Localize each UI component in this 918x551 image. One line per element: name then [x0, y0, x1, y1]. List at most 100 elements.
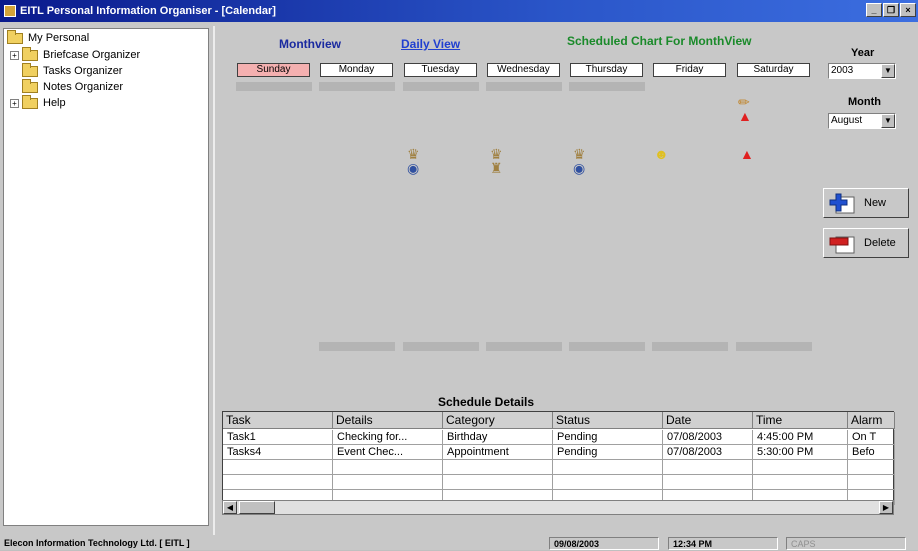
status-company: Elecon Information Technology Ltd. [ EIT…	[4, 538, 190, 548]
column-header[interactable]: Date	[663, 412, 753, 429]
clock-icon[interactable]: ◉	[407, 161, 419, 175]
expand-icon[interactable]: +	[10, 98, 19, 108]
empty-table-cell[interactable]	[753, 460, 848, 475]
empty-table-cell[interactable]	[663, 475, 753, 490]
empty-table-cell[interactable]	[553, 475, 663, 490]
monthview-link[interactable]: Monthview	[279, 37, 341, 51]
dailyview-link[interactable]: Daily View	[401, 37, 460, 51]
delete-button[interactable]: Delete	[823, 228, 909, 258]
status-time: 12:34 PM	[668, 537, 778, 550]
empty-table-cell[interactable]	[333, 475, 443, 490]
table-cell[interactable]: 5:30:00 PM	[753, 445, 848, 460]
column-header[interactable]: Task	[223, 412, 333, 429]
tree-item-help[interactable]: + Help	[10, 94, 66, 111]
tree-item-label: Briefcase Organizer	[43, 49, 141, 61]
table-cell[interactable]: 4:45:00 PM	[753, 430, 848, 445]
table-cell[interactable]: 07/08/2003	[663, 430, 753, 445]
table-cell[interactable]: Befo	[848, 445, 895, 460]
weekday-friday: Friday	[653, 63, 726, 77]
scroll-left-icon[interactable]: ◀	[223, 501, 237, 514]
table-cell[interactable]: Task1	[223, 430, 333, 445]
empty-day-slot	[486, 82, 562, 91]
folder-icon	[7, 29, 23, 44]
window-title: EITL Personal Information Organiser - [C…	[20, 5, 276, 17]
empty-table-cell[interactable]	[753, 475, 848, 490]
minimize-button[interactable]: _	[866, 3, 882, 17]
statue-icon[interactable]: ♜	[490, 161, 503, 175]
smiley-icon[interactable]: ☻	[654, 147, 669, 161]
column-header[interactable]: Alarm	[848, 412, 895, 429]
empty-day-slot	[403, 342, 479, 351]
lamp-icon[interactable]: ♛	[490, 147, 503, 161]
empty-table-cell[interactable]	[223, 460, 333, 475]
alert-icon[interactable]: ▲	[740, 147, 754, 161]
month-select[interactable]: August ▼	[828, 113, 896, 129]
new-button-label: New	[864, 197, 887, 209]
empty-table-cell[interactable]	[223, 475, 333, 490]
weekday-wednesday: Wednesday	[487, 63, 560, 77]
expand-icon[interactable]: +	[10, 50, 19, 60]
empty-table-cell[interactable]	[848, 475, 895, 490]
column-header[interactable]: Status	[553, 412, 663, 429]
restore-button[interactable]: ❐	[883, 3, 899, 17]
empty-day-slot	[236, 82, 312, 91]
app-icon	[4, 5, 16, 17]
empty-day-slot	[569, 342, 645, 351]
scroll-thumb[interactable]	[239, 501, 275, 514]
dropdown-arrow-icon[interactable]: ▼	[881, 114, 895, 128]
schedule-table: Task Details Category Status Date Time Alarm Ta…	[222, 411, 895, 512]
new-button[interactable]: New	[823, 188, 909, 218]
close-button[interactable]: ×	[900, 3, 916, 17]
tree-item-briefcase[interactable]: + Briefcase Organizer	[10, 46, 141, 63]
empty-day-slot	[319, 342, 395, 351]
tree-item-label: Help	[43, 97, 66, 109]
tree-item-notes[interactable]: Notes Organizer	[22, 78, 124, 95]
title-bar: EITL Personal Information Organiser - [C…	[0, 0, 918, 22]
table-cell[interactable]: 07/08/2003	[663, 445, 753, 460]
empty-table-cell[interactable]	[333, 460, 443, 475]
folder-icon	[22, 62, 38, 77]
tree-root-label: My Personal	[28, 32, 90, 44]
empty-table-cell[interactable]	[553, 460, 663, 475]
table-cell[interactable]: Checking for...	[333, 430, 443, 445]
tree-item-label: Tasks Organizer	[43, 65, 123, 77]
table-cell[interactable]: Event Chec...	[333, 445, 443, 460]
empty-table-cell[interactable]	[663, 460, 753, 475]
tree-root[interactable]: My Personal	[7, 29, 90, 46]
column-header[interactable]: Details	[333, 412, 443, 429]
table-cell[interactable]: Birthday	[443, 430, 553, 445]
year-label: Year	[851, 47, 875, 59]
pencil-icon[interactable]: ✏	[738, 95, 750, 109]
empty-day-slot	[486, 342, 562, 351]
table-cell[interactable]: Pending	[553, 430, 663, 445]
folder-icon	[22, 94, 38, 109]
scroll-right-icon[interactable]: ▶	[879, 501, 893, 514]
table-cell[interactable]: Pending	[553, 445, 663, 460]
status-date: 09/08/2003	[549, 537, 659, 550]
table-cell[interactable]: On T	[848, 430, 895, 445]
clock-icon[interactable]: ◉	[573, 161, 585, 175]
table-cell[interactable]: Appointment	[443, 445, 553, 460]
empty-day-slot	[652, 342, 728, 351]
empty-table-cell[interactable]	[443, 460, 553, 475]
empty-day-slot	[319, 82, 395, 91]
empty-table-cell[interactable]	[443, 475, 553, 490]
table-cell[interactable]: Tasks4	[223, 445, 333, 460]
tree-item-tasks[interactable]: Tasks Organizer	[22, 62, 123, 79]
column-header[interactable]: Time	[753, 412, 848, 429]
tree-item-label: Notes Organizer	[43, 81, 124, 93]
empty-table-cell[interactable]	[848, 460, 895, 475]
column-header[interactable]: Category	[443, 412, 553, 429]
year-value: 2003	[831, 65, 854, 76]
app-window: EITL Personal Information Organiser - [C…	[0, 0, 918, 550]
alert-icon[interactable]: ▲	[738, 109, 752, 123]
status-caps: CAPS	[786, 537, 906, 550]
lamp-icon[interactable]: ♛	[407, 147, 420, 161]
weekday-sunday: Sunday	[237, 63, 310, 77]
horizontal-scrollbar[interactable]: ◀ ▶	[222, 500, 894, 515]
year-select[interactable]: 2003 ▼	[828, 63, 896, 79]
dropdown-arrow-icon[interactable]: ▼	[881, 64, 895, 78]
weekday-thursday: Thursday	[570, 63, 643, 77]
month-value: August	[831, 115, 863, 126]
lamp-icon[interactable]: ♛	[573, 147, 586, 161]
